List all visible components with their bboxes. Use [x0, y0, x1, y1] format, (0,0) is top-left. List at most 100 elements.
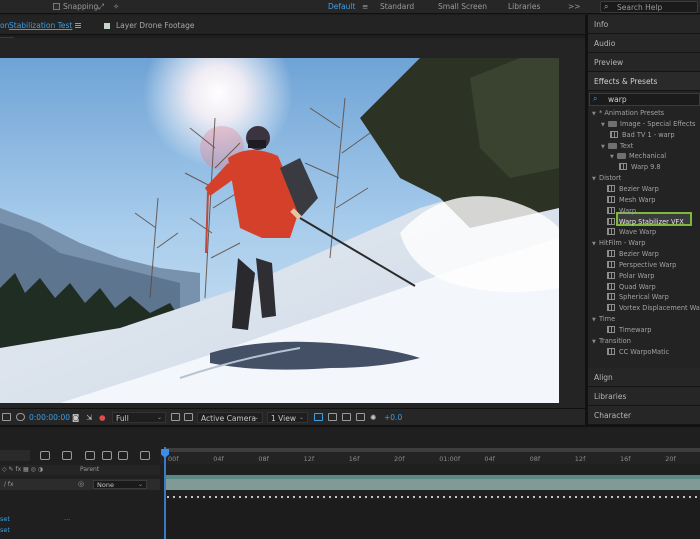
preset-item[interactable]: Warp 9.8 [619, 163, 661, 171]
disclosure-triangle-icon[interactable]: ▼ [610, 153, 617, 161]
tree-item-label: Transition [599, 336, 631, 345]
snapshot-icon[interactable]: ◙ [72, 413, 79, 422]
disclosure-triangle-icon[interactable]: ▼ [592, 316, 599, 324]
panel-info[interactable]: Info [588, 15, 700, 34]
effect-item[interactable]: Bezier Warp [607, 184, 659, 193]
magnification-icon[interactable] [16, 413, 25, 421]
motion-blur-icon[interactable] [118, 451, 128, 460]
property-label[interactable]: set [0, 515, 10, 523]
tree-folder[interactable]: ▼ * Animation Presets [592, 109, 664, 118]
layer-switches[interactable]: / fx [4, 481, 14, 488]
resolution-dropdown[interactable]: Full ⌄ [112, 412, 166, 423]
comp-mini-flowchart-icon[interactable] [40, 451, 50, 460]
ruler-tick-label: 20f [665, 455, 676, 463]
disclosure-triangle-icon[interactable]: ▼ [592, 110, 599, 118]
tree-folder[interactable]: ▼ HitFilm - Warp [592, 239, 645, 248]
effects-search-input[interactable]: ⌕ warp [589, 93, 700, 106]
ruler-tick-label: 04f [484, 455, 495, 463]
panel-character[interactable]: Character [588, 406, 700, 425]
effect-item[interactable]: Timewarp [607, 326, 651, 334]
draft-3d-icon[interactable] [62, 451, 72, 460]
snap-magnet-icon[interactable]: ⤢ [98, 2, 104, 12]
panel-character-label: Character [594, 411, 632, 420]
effect-item[interactable]: Mesh Warp [607, 195, 656, 204]
effect-item[interactable]: Bezier Warp [607, 250, 659, 258]
panel-align[interactable]: Align [588, 368, 700, 387]
effect-item[interactable]: Perspective Warp [607, 260, 677, 269]
disclosure-triangle-icon[interactable]: ▼ [601, 121, 608, 129]
region-of-interest-icon[interactable] [2, 413, 11, 421]
panel-effects-presets[interactable]: Effects & Presets [588, 72, 700, 91]
toggle-pixel-aspect-icon[interactable] [314, 413, 323, 421]
effect-item[interactable]: Warp [607, 206, 636, 215]
tree-item-label: Wave Warp [619, 228, 657, 237]
effect-item[interactable]: CC WarpoMatic [607, 347, 669, 356]
workspace-libraries[interactable]: Libraries [508, 2, 540, 11]
camera-dropdown[interactable]: Active Camera ⌄ [197, 412, 263, 423]
pickwhip-icon[interactable]: ◎ [78, 480, 84, 488]
parent-dropdown[interactable]: None ⌄ [93, 480, 147, 489]
color-channel-icon[interactable]: ● [99, 413, 106, 422]
tree-folder[interactable]: ▼ Time [592, 315, 615, 324]
layer-tab[interactable]: Layer Drone Footage [116, 21, 194, 30]
effect-item[interactable]: Warp Stabilizer VFX [607, 217, 684, 226]
show-snapshot-icon[interactable]: ⇲ [86, 413, 92, 422]
search-icon: ⌕ [604, 2, 609, 11]
graph-editor-icon[interactable] [140, 451, 150, 460]
property-value[interactable]: ... [64, 514, 70, 522]
tree-folder[interactable]: ▼ Transition [592, 337, 631, 346]
workspace-small-screen[interactable]: Small Screen [438, 2, 487, 11]
property-label[interactable]: set [0, 526, 10, 534]
effect-item[interactable]: Polar Warp [607, 271, 655, 280]
panel-libraries[interactable]: Libraries [588, 387, 700, 406]
workspace-overflow-icon[interactable]: >> [568, 2, 581, 11]
tree-folder[interactable]: ▼ Text [601, 142, 633, 151]
panel-audio[interactable]: Audio [588, 34, 700, 53]
workspace-default[interactable]: Default [328, 2, 355, 11]
comp-tab-menu-icon[interactable] [75, 23, 81, 28]
comp-flowchart-icon[interactable] [356, 413, 365, 421]
tree-folder[interactable]: ▼ Distort [592, 174, 621, 183]
effect-item[interactable]: Vortex Displacement Warp [607, 304, 700, 312]
timeline-icon[interactable] [342, 413, 351, 421]
tree-folder[interactable]: ▼ Image - Special Effects [601, 120, 696, 129]
footage-frame [0, 58, 559, 403]
shy-layers-icon[interactable] [85, 451, 95, 460]
effect-icon [607, 228, 615, 236]
tree-item-label: Perspective Warp [619, 260, 677, 269]
views-dropdown[interactable]: 1 View ⌄ [267, 412, 308, 423]
panel-libraries-label: Libraries [594, 392, 627, 401]
effect-item[interactable]: Wave Warp [607, 228, 656, 236]
help-search-input[interactable]: ⌕ Search Help [600, 1, 698, 13]
effect-item[interactable]: Quad Warp [607, 282, 656, 291]
reset-exposure-icon[interactable]: ✺ [370, 413, 376, 422]
effect-icon [607, 250, 615, 258]
playhead-line[interactable] [164, 447, 166, 539]
tree-item-label: Bezier Warp [619, 184, 659, 193]
chevron-down-icon: ⌄ [137, 481, 143, 488]
transparency-grid-icon[interactable] [171, 413, 180, 421]
disclosure-triangle-icon[interactable]: ▼ [601, 143, 608, 151]
panel-preview[interactable]: Preview [588, 53, 700, 72]
mask-visibility-icon[interactable] [184, 413, 193, 421]
disclosure-triangle-icon[interactable]: ▼ [592, 240, 599, 248]
disclosure-triangle-icon[interactable]: ▼ [592, 338, 599, 346]
current-timecode[interactable]: 0:00:00:00 [29, 413, 70, 422]
ruler-tick-label: 00f [168, 455, 179, 463]
snap-options-icon[interactable]: ✧ [113, 2, 119, 11]
exposure-value[interactable]: +0.0 [384, 413, 402, 422]
comp-tab[interactable]: Stabilization Test [9, 21, 72, 30]
time-ruler[interactable]: 00f 04f 08f 12f 16f 20f 01:00f 04f 08f 12f 16f 20f [160, 452, 700, 464]
effect-item[interactable]: Spherical Warp [607, 293, 669, 301]
ruler-tick-label: 08f [529, 455, 541, 463]
preset-item[interactable]: Bad TV 1 - warp [610, 130, 675, 139]
disclosure-triangle-icon[interactable]: ▼ [592, 175, 599, 183]
workspace-standard[interactable]: Standard [380, 2, 414, 11]
layer-duration-bar[interactable] [165, 479, 700, 490]
snapping-checkbox[interactable] [53, 3, 60, 10]
workspace-menu-icon[interactable]: ≡ [362, 2, 368, 11]
frame-blending-icon[interactable] [102, 451, 112, 460]
fast-previews-icon[interactable] [328, 413, 337, 421]
tree-folder[interactable]: ▼ Mechanical [610, 152, 666, 161]
parent-value: None [97, 481, 114, 489]
